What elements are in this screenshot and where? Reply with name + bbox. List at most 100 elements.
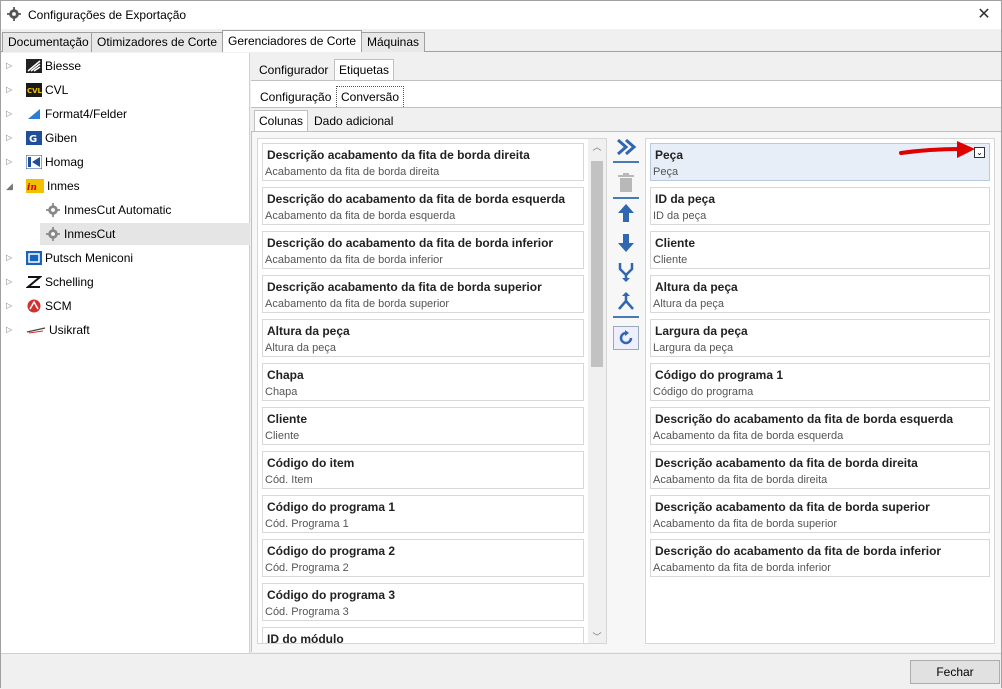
tree-item-giben[interactable]: ▷ G Giben [1,127,250,149]
item-title: Código do programa 3 [267,588,396,602]
list-item[interactable]: Código do item Cód. Item [262,451,584,489]
item-title: Descrição acabamento da fita de borda di… [267,148,530,162]
expand-icon[interactable]: ▷ [6,157,14,167]
move-up-icon [618,204,634,222]
item-subtitle: Altura da peça [653,298,724,310]
item-title: Descrição acabamento da fita de borda su… [267,280,542,294]
toolbar-separator [613,316,639,318]
delete-button[interactable] [613,171,639,195]
putsch-logo-icon [26,251,42,265]
list-item[interactable]: Largura da peça Largura da peça [650,319,990,357]
tree-item-cvl[interactable]: ▷ CVL CVL [1,79,250,101]
scroll-up-icon[interactable]: ︿ [588,139,606,155]
tree-item-label: InmesCut Automatic [64,203,172,217]
list-item[interactable]: Descrição do acabamento da fita de borda… [262,187,584,225]
tree-item-schelling[interactable]: ▷ Schelling [1,271,250,293]
merge-button[interactable] [613,260,639,284]
move-down-icon [618,234,634,252]
tab-configuracao[interactable]: Configuração [255,86,336,107]
list-item[interactable]: Código do programa 1 Código do programa [650,363,990,401]
tree-item-usikraft[interactable]: ▷ Usikraft [1,319,250,341]
scroll-down-icon[interactable]: ﹀ [588,629,606,643]
tab-otimizadores-de-corte[interactable]: Otimizadores de Corte [91,32,224,52]
expand-icon[interactable]: ▷ [6,277,14,287]
available-columns-list: Descrição acabamento da fita de borda di… [257,138,607,644]
tree-item-scm[interactable]: ▷ SCM [1,295,250,317]
tab-colunas[interactable]: Colunas [254,110,309,131]
tree-item-inmes[interactable]: ◢ in Inmes [1,175,250,197]
expand-icon[interactable]: ▷ [6,109,14,119]
tree-item-biesse[interactable]: ▷ Biesse [1,55,250,77]
move-down-button[interactable] [613,231,639,255]
tree-item-label: Giben [45,131,78,145]
vertical-scrollbar[interactable]: ︿ ﹀ [588,139,606,643]
tab-etiquetas[interactable]: Etiquetas [334,59,395,80]
close-button[interactable]: Fechar [910,660,1000,684]
list-item[interactable]: Descrição do acabamento da fita de borda… [650,539,990,577]
list-item[interactable]: Descrição acabamento da fita de borda di… [650,451,990,489]
tree-item-label: Homag [45,155,84,169]
list-item[interactable]: ID da peça ID da peça [650,187,990,225]
list-item[interactable]: Descrição do acabamento da fita de borda… [262,231,584,269]
list-item[interactable]: Descrição do acabamento da fita de borda… [650,407,990,445]
tree-item-label: Schelling [45,275,94,289]
scrollbar-thumb[interactable] [591,161,603,367]
tree-item-label: InmesCut [64,227,116,241]
list-item[interactable]: Código do programa 1 Cód. Programa 1 [262,495,584,533]
tree-item-putsch-meniconi[interactable]: ▷ Putsch Meniconi [1,247,250,269]
list-item[interactable]: Código do programa 2 Cód. Programa 2 [262,539,584,577]
list-item[interactable]: Cliente Cliente [262,407,584,445]
split-button[interactable] [613,290,639,314]
tree-item-format4[interactable]: ▷ Format4/Felder [1,103,250,125]
tab-dado-adicional[interactable]: Dado adicional [309,110,398,131]
gear-icon [46,227,60,241]
svg-text:G: G [29,134,37,145]
tab-documentacao[interactable]: Documentação [2,32,95,52]
list-item[interactable]: Descrição acabamento da fita de borda su… [650,495,990,533]
item-subtitle: Código do programa [653,386,754,398]
close-icon[interactable]: ✕ [971,3,997,25]
item-subtitle: Peça [653,166,679,178]
collapse-icon[interactable]: ◢ [6,181,14,191]
tree-item-label: Format4/Felder [45,107,128,121]
item-subtitle: Chapa [265,386,298,398]
tab-conversao[interactable]: Conversão [336,86,405,107]
schelling-logo-icon [26,275,42,289]
item-title: Código do programa 2 [267,544,396,558]
expand-icon[interactable]: ▷ [6,301,14,311]
item-subtitle: Cód. Programa 1 [265,518,349,530]
window-title: Configurações de Exportação [28,8,187,22]
item-title: Altura da peça [267,324,350,338]
list-item[interactable]: ID do módulo [262,627,584,643]
list-item[interactable]: Altura da peça Altura da peça [262,319,584,357]
list-item[interactable]: Descrição acabamento da fita de borda su… [262,275,584,313]
tree-item-inmescut[interactable]: InmesCut [40,223,250,245]
list-item[interactable]: Altura da peça Altura da peça [650,275,990,313]
split-icon [618,292,634,310]
tab-configurador[interactable]: Configurador [254,59,333,80]
expand-icon[interactable]: ▷ [6,85,14,95]
tree-item-homag[interactable]: ▷ Homag [1,151,250,173]
tab-gerenciadores-de-corte[interactable]: Gerenciadores de Corte [222,30,363,52]
tree-item-label: Inmes [47,179,80,193]
list-item[interactable]: Chapa Chapa [262,363,584,401]
list-item[interactable]: Cliente Cliente [650,231,990,269]
expand-icon[interactable]: ▷ [6,133,14,143]
tree-item-inmescut-automatic[interactable]: InmesCut Automatic [1,199,250,221]
expand-icon[interactable]: ▷ [6,61,14,71]
cut-manager-tree: ▷ Biesse ▷ CVL CVL ▷ Format4/Felder ▷ G [1,53,250,653]
item-subtitle: Acabamento da fita de borda inferior [265,254,443,266]
move-all-right-button[interactable] [613,135,639,159]
footer-bar [1,653,1001,689]
item-subtitle: Acabamento da fita de borda superior [265,298,450,310]
list-item[interactable]: Código do programa 3 Cód. Programa 3 [262,583,584,621]
refresh-button[interactable] [613,326,639,350]
list-item[interactable]: Descrição acabamento da fita de borda di… [262,143,584,181]
tab-maquinas[interactable]: Máquinas [361,32,426,52]
item-title: Descrição do acabamento da fita de borda… [655,544,942,558]
move-up-button[interactable] [613,201,639,225]
expand-icon[interactable]: ▷ [6,253,14,263]
expand-icon[interactable]: ▷ [6,325,14,335]
top-tabs: Documentação Otimizadores de Corte Geren… [1,30,1001,52]
item-subtitle: Cód. Item [265,474,313,486]
